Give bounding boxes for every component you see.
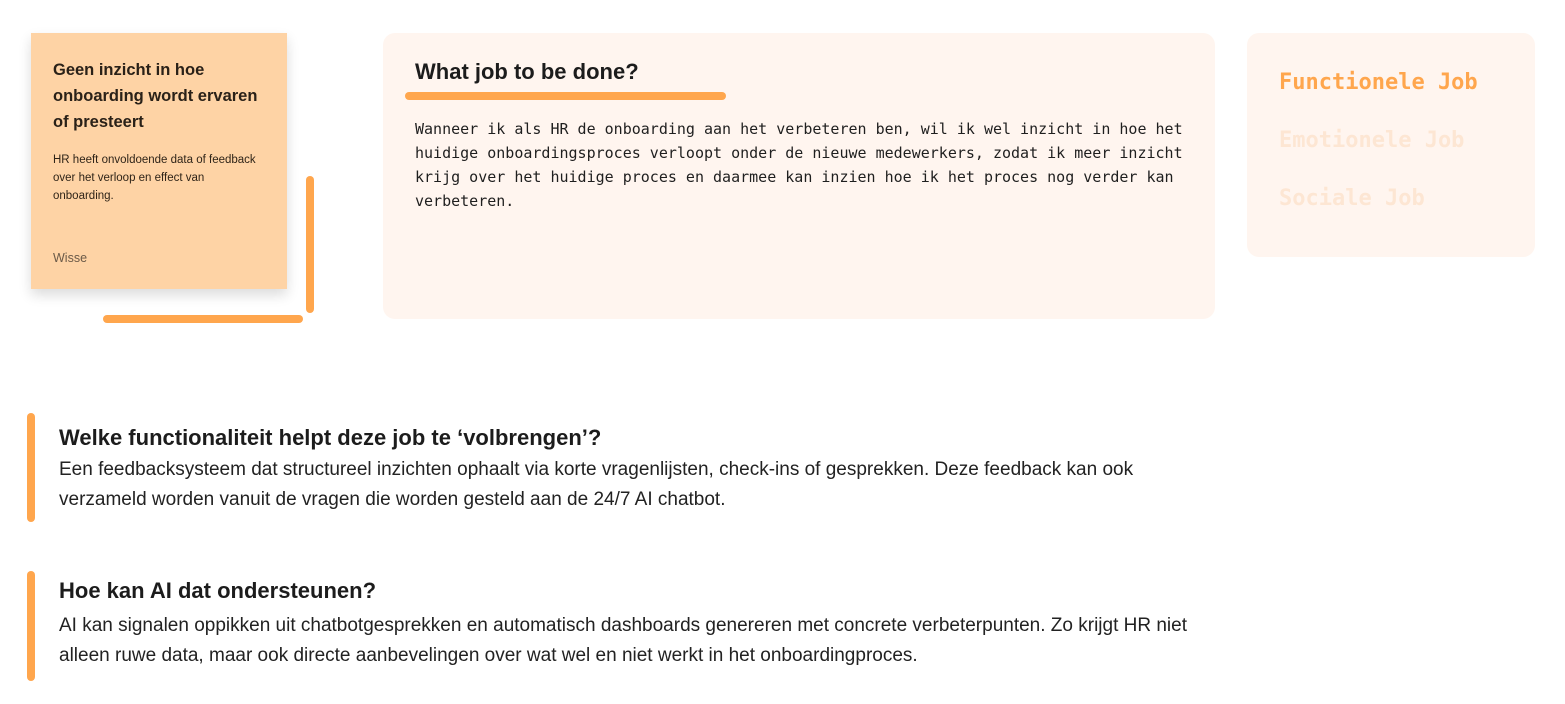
sticky-note-author: Wisse	[53, 251, 88, 265]
jtbd-text: Wanneer ik als HR de onboarding aan het …	[415, 120, 1183, 210]
jtbd-title: What job to be done?	[415, 59, 639, 84]
accent-line-horizontal	[103, 315, 303, 323]
job-type-emotionele[interactable]: Emotionele Job	[1279, 128, 1464, 153]
job-types-panel: Functionele Job Emotionele Job Sociale J…	[1247, 33, 1535, 257]
jtbd-title-underline	[405, 92, 726, 100]
sticky-note[interactable]: Geen inzicht in hoe onboarding wordt erv…	[31, 33, 287, 289]
section-accent-bar	[27, 571, 35, 681]
section-text-functionaliteit: Een feedbacksysteem dat structureel inzi…	[59, 459, 1134, 510]
section-accent-bar	[27, 413, 35, 522]
section-heading-functionaliteit: Welke functionaliteit helpt deze job te …	[59, 425, 602, 450]
section-text-ai: AI kan signalen oppikken uit chatbotgesp…	[59, 615, 1187, 666]
sticky-note-title: Geen inzicht in hoe onboarding wordt erv…	[53, 61, 258, 131]
accent-line-vertical	[306, 176, 314, 313]
section-heading-ai: Hoe kan AI dat ondersteunen?	[59, 578, 377, 603]
sticky-note-body: HR heeft onvoldoende data of feedback ov…	[53, 154, 256, 202]
jtbd-panel: What job to be done? Wanneer ik als HR d…	[383, 33, 1215, 319]
job-type-sociale[interactable]: Sociale Job	[1279, 186, 1425, 211]
job-type-functionele[interactable]: Functionele Job	[1279, 70, 1478, 95]
